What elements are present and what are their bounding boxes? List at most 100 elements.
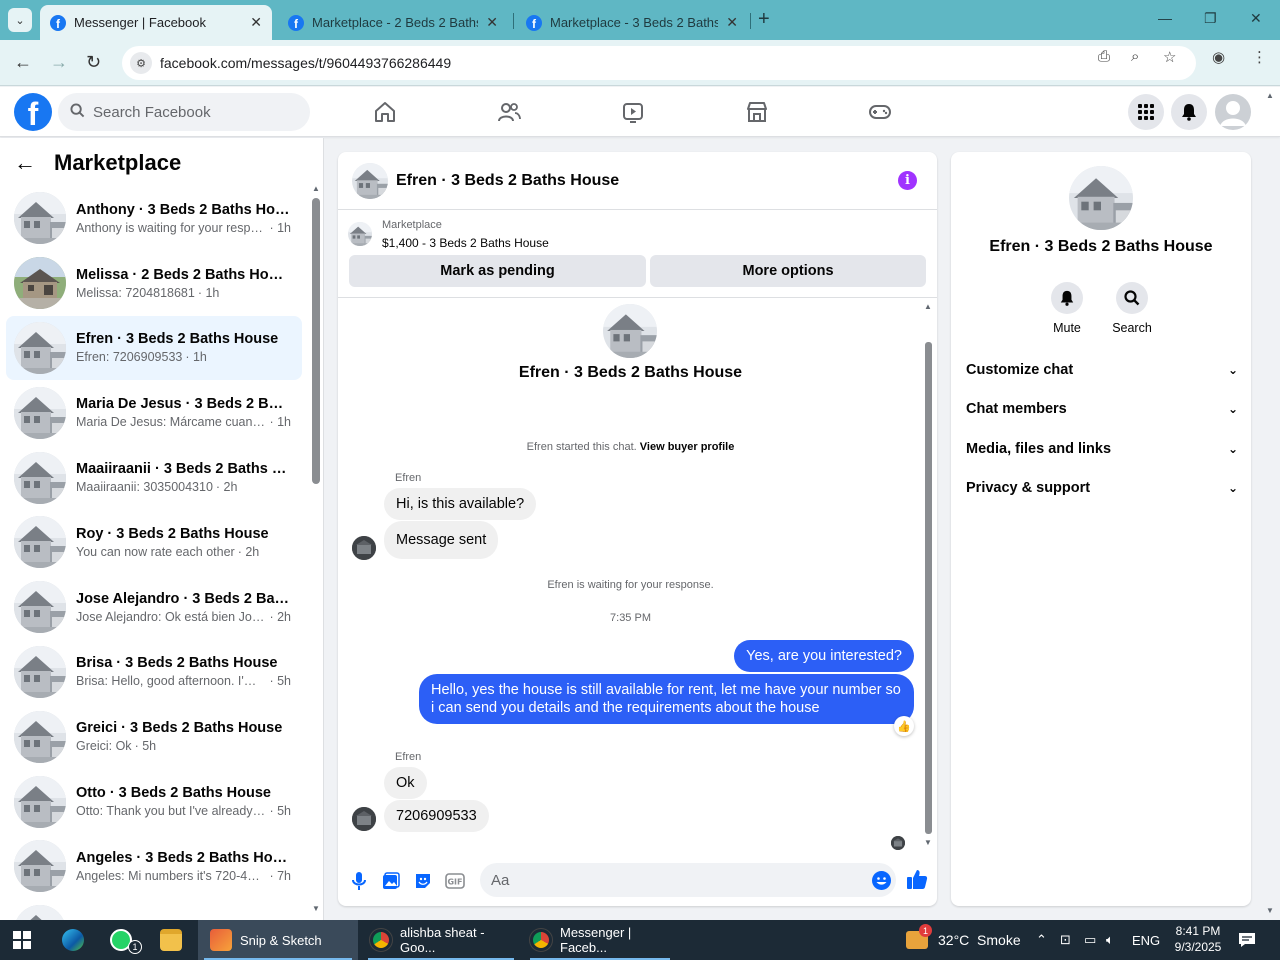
account-avatar-icon[interactable] bbox=[1215, 94, 1251, 130]
message-bubble-incoming[interactable]: Ok bbox=[384, 767, 427, 799]
network-tray-icon[interactable]: ⊡ bbox=[1060, 920, 1071, 960]
address-bar[interactable]: ⚙ facebook.com/messages/t/96044937662864… bbox=[122, 46, 1196, 80]
weather-widget[interactable]: 1 32°C Smoke bbox=[906, 920, 1021, 960]
display-tray-icon[interactable]: ▭ bbox=[1084, 920, 1096, 960]
close-icon[interactable]: ✕ bbox=[486, 14, 498, 31]
message-bubble-incoming[interactable]: Hi, is this available? bbox=[384, 488, 537, 520]
conversation-item[interactable]: Roy · 3 Beds 2 Baths House You can now ra… bbox=[6, 510, 302, 575]
close-icon[interactable]: ✕ bbox=[250, 14, 262, 31]
back-arrow-icon[interactable]: ← bbox=[14, 52, 32, 73]
minimize-icon[interactable]: — bbox=[1158, 10, 1172, 26]
sticker-icon[interactable] bbox=[412, 870, 434, 892]
conversation-item[interactable]: Efren · 3 Beds 2 Baths House Efren: 72069… bbox=[6, 315, 302, 381]
listing-thumbnail[interactable] bbox=[348, 222, 372, 246]
whatsapp-icon[interactable]: 1 bbox=[110, 920, 142, 960]
edge-browser-icon[interactable] bbox=[62, 920, 92, 960]
scroll-down-arrow-icon[interactable]: ▼ bbox=[924, 838, 932, 847]
mark-as-pending-button[interactable]: Mark as pending bbox=[349, 255, 646, 287]
scroll-up-arrow-icon[interactable]: ▲ bbox=[312, 184, 320, 193]
conversation-time: · 1h bbox=[197, 285, 220, 300]
thumbs-up-reaction-icon[interactable]: 👍 bbox=[894, 716, 914, 736]
view-buyer-profile-link[interactable]: View buyer profile bbox=[640, 441, 735, 453]
scroll-up-arrow-icon[interactable]: ▲ bbox=[924, 302, 932, 311]
emoji-icon[interactable] bbox=[872, 871, 891, 890]
tab-marketplace-3beds[interactable]: f Marketplace - 3 Beds 2 Baths H ✕ bbox=[516, 5, 748, 40]
search-action[interactable]: Search bbox=[1102, 282, 1162, 335]
back-arrow-icon[interactable]: ← bbox=[14, 150, 36, 176]
file-explorer-icon[interactable] bbox=[160, 920, 190, 960]
tab-messenger[interactable]: f Messenger | Facebook ✕ bbox=[40, 5, 272, 40]
taskbar-chrome-messenger[interactable]: Messenger | Faceb... bbox=[524, 920, 676, 960]
nav-home-icon[interactable] bbox=[371, 99, 399, 125]
zoom-icon[interactable]: ⌕ bbox=[1131, 48, 1139, 65]
more-options-button[interactable]: More options bbox=[650, 255, 926, 287]
conversation-item[interactable]: Anthony · 3 Beds 2 Baths House Anthony is… bbox=[6, 186, 302, 251]
nav-gaming-icon[interactable] bbox=[866, 99, 894, 125]
bookmark-star-icon[interactable]: ☆ bbox=[1163, 48, 1176, 66]
chat-title[interactable]: Efren · 3 Beds 2 Baths House bbox=[396, 172, 619, 190]
microphone-icon[interactable] bbox=[348, 870, 370, 892]
conversation-item[interactable]: Maria De Jesus · 3 Beds 2 Baths ... Maria… bbox=[6, 380, 302, 445]
section-privacy-support[interactable]: Privacy & support ⌄ bbox=[966, 474, 1238, 502]
site-settings-icon[interactable]: ⚙ bbox=[130, 52, 152, 74]
facebook-search[interactable] bbox=[58, 93, 310, 131]
taskbar-snip-sketch[interactable]: Snip & Sketch bbox=[198, 920, 358, 960]
tab-marketplace-2beds[interactable]: f Marketplace - 2 Beds 2 Baths H ✕ bbox=[278, 5, 508, 40]
restore-icon[interactable]: ❐ bbox=[1204, 10, 1217, 27]
install-app-icon[interactable]: ⎙ bbox=[1098, 48, 1110, 65]
conversation-item[interactable]: Maaiiraanii · 3 Beds 2 Baths Hou... Maaii… bbox=[6, 445, 302, 510]
message-bubble-outgoing[interactable]: Yes, are you interested? bbox=[734, 640, 914, 672]
system-clock[interactable]: 8:41 PM 9/3/2025 bbox=[1168, 923, 1228, 955]
menu-kebab-icon[interactable]: ⋮ bbox=[1252, 48, 1267, 66]
section-media-files-links[interactable]: Media, files and links ⌄ bbox=[966, 435, 1238, 463]
close-icon[interactable]: ✕ bbox=[726, 14, 738, 31]
message-bubble-incoming[interactable]: Message sent bbox=[384, 521, 499, 559]
forward-arrow-icon[interactable]: → bbox=[50, 52, 68, 73]
conversation-item[interactable]: Melissa · 2 Beds 2 Baths House Melissa: 7… bbox=[6, 251, 302, 316]
scroll-down-arrow-icon[interactable]: ▼ bbox=[312, 904, 320, 913]
message-bubble-incoming[interactable]: 7206909533 bbox=[384, 800, 489, 832]
chat-scrollbar[interactable] bbox=[925, 342, 932, 834]
language-indicator[interactable]: ENG bbox=[1132, 920, 1160, 960]
conversation-text: Brisa · 3 Beds 2 Baths House Brisa: Hello… bbox=[76, 655, 291, 688]
nav-video-icon[interactable] bbox=[619, 99, 647, 125]
page-scroll-down-arrow-icon[interactable]: ▼ bbox=[1266, 906, 1274, 915]
conversation-item[interactable]: Angeles · 3 Beds 2 Baths House Angeles: M… bbox=[6, 834, 302, 899]
reload-icon[interactable]: ↻ bbox=[86, 52, 101, 73]
nav-friends-icon[interactable] bbox=[495, 99, 523, 125]
profile-icon[interactable]: ◉ bbox=[1212, 48, 1225, 66]
menu-grid-icon[interactable] bbox=[1128, 94, 1164, 130]
mute-action[interactable]: Mute bbox=[1037, 282, 1097, 335]
notification-center-icon[interactable] bbox=[1238, 920, 1256, 960]
photo-icon[interactable] bbox=[380, 870, 402, 892]
show-hidden-icons-chevron-icon[interactable]: ⌃ bbox=[1036, 920, 1047, 960]
notifications-bell-icon[interactable] bbox=[1171, 94, 1207, 130]
info-icon[interactable]: i bbox=[898, 171, 917, 190]
facebook-logo-icon[interactable]: f bbox=[14, 93, 52, 131]
search-input[interactable] bbox=[93, 103, 293, 121]
gif-icon[interactable]: GIF bbox=[444, 870, 466, 892]
conversation-item[interactable]: Jose Alejandro · 3 Beds 2 Baths ... Jose … bbox=[6, 575, 302, 640]
window-close-icon[interactable]: ✕ bbox=[1250, 10, 1262, 27]
taskbar-chrome-sheet[interactable]: alishba sheat - Goo... bbox=[362, 920, 520, 960]
profile-avatar[interactable] bbox=[1069, 166, 1133, 230]
listing-title[interactable]: $1,400 - 3 Beds 2 Baths House bbox=[382, 236, 549, 250]
conversation-item[interactable]: Otto · 3 Beds 2 Baths House Otto: Thank y… bbox=[6, 769, 302, 834]
windows-start-icon[interactable] bbox=[12, 920, 32, 960]
conversation-item[interactable]: Greici · 3 Beds 2 Baths House Greici: Ok ·… bbox=[6, 704, 302, 769]
new-tab-plus-icon[interactable]: + bbox=[758, 8, 770, 31]
message-bubble-outgoing[interactable]: Hello, yes the house is still available … bbox=[419, 674, 914, 724]
section-chat-members[interactable]: Chat members ⌄ bbox=[966, 395, 1238, 423]
section-customize-chat[interactable]: Customize chat ⌄ bbox=[966, 356, 1238, 384]
nav-marketplace-icon[interactable] bbox=[743, 99, 771, 125]
weather-text: 32°C Smoke bbox=[938, 932, 1021, 948]
conversation-item[interactable]: Tahseen · 3 Beds 2 Baths House bbox=[6, 899, 302, 920]
message-input[interactable] bbox=[480, 863, 896, 897]
chat-avatar[interactable] bbox=[352, 162, 388, 199]
sidebar-scrollbar[interactable] bbox=[312, 198, 320, 484]
page-scroll-up-arrow-icon[interactable]: ▲ bbox=[1266, 91, 1274, 100]
volume-icon[interactable]: 🔈︎ bbox=[1106, 920, 1114, 960]
like-thumbs-up-icon[interactable] bbox=[906, 868, 928, 890]
tab-search-dropdown[interactable]: ⌄ bbox=[8, 8, 32, 32]
conversation-item[interactable]: Brisa · 3 Beds 2 Baths House Brisa: Hello… bbox=[6, 640, 302, 705]
